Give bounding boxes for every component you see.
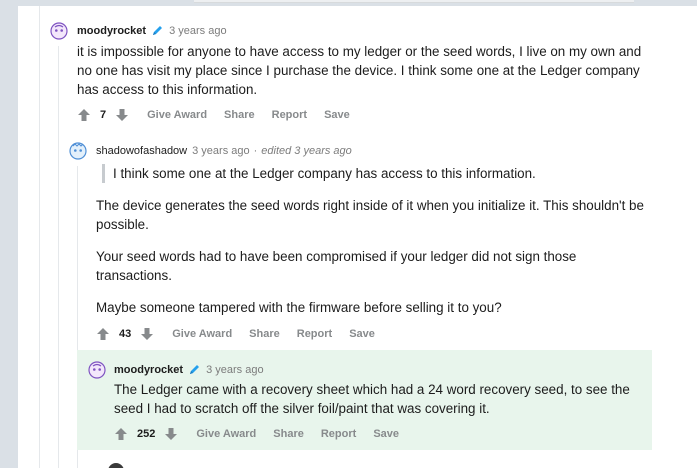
thread-line[interactable] bbox=[58, 46, 59, 468]
separator: · bbox=[253, 145, 258, 157]
author-link[interactable]: shadowofashadow bbox=[96, 145, 187, 157]
search-input[interactable] bbox=[194, 0, 634, 3]
comment-paragraph: Your seed words had to have been comprom… bbox=[96, 249, 577, 283]
downvote-icon[interactable] bbox=[140, 327, 154, 341]
upvote-icon[interactable] bbox=[96, 327, 110, 341]
timestamp[interactable]: 3 years ago bbox=[206, 364, 263, 376]
share-button[interactable]: Share bbox=[273, 428, 304, 440]
comment-paragraph: Maybe someone tampered with the firmware… bbox=[96, 300, 502, 315]
report-button[interactable]: Report bbox=[321, 428, 356, 440]
pencil-icon bbox=[151, 24, 164, 37]
comment-actions: 43 Give Award Share Report Save bbox=[96, 327, 375, 341]
share-button[interactable]: Share bbox=[224, 109, 255, 121]
upvote-icon[interactable] bbox=[114, 427, 128, 441]
give-award-button[interactable]: Give Award bbox=[147, 109, 207, 121]
thread-line[interactable] bbox=[39, 6, 40, 468]
comment-meta: shadowofashadow 3 years ago · edited 3 y… bbox=[96, 145, 352, 157]
report-button[interactable]: Report bbox=[272, 109, 307, 121]
report-button[interactable]: Report bbox=[297, 328, 332, 340]
give-award-button[interactable]: Give Award bbox=[196, 428, 256, 440]
author-link[interactable]: moodyrocket bbox=[77, 25, 146, 37]
share-button[interactable]: Share bbox=[249, 328, 280, 340]
comment-actions: 7 Give Award Share Report Save bbox=[77, 108, 350, 122]
comment-paragraph: The device generates the seed words righ… bbox=[96, 198, 644, 232]
score: 7 bbox=[100, 109, 107, 121]
save-button[interactable]: Save bbox=[324, 109, 350, 121]
comment-actions: 252 Give Award Share Report Save bbox=[114, 427, 399, 441]
save-button[interactable]: Save bbox=[349, 328, 375, 340]
give-award-button[interactable]: Give Award bbox=[172, 328, 232, 340]
comment-body: I think some one at the Ledger company h… bbox=[96, 164, 648, 317]
avatar-icon[interactable] bbox=[107, 462, 125, 468]
comment-paragraph: it is impossible for anyone to have acce… bbox=[77, 44, 642, 97]
timestamp[interactable]: 3 years ago bbox=[192, 145, 249, 157]
edited-label: edited 3 years ago bbox=[261, 145, 352, 157]
downvote-icon[interactable] bbox=[164, 427, 178, 441]
score: 43 bbox=[119, 328, 132, 340]
pencil-icon bbox=[188, 363, 201, 376]
avatar-icon[interactable] bbox=[88, 361, 106, 379]
author-link[interactable]: moodyrocket bbox=[114, 364, 183, 376]
downvote-icon[interactable] bbox=[115, 108, 129, 122]
comment-paragraph: The Ledger came with a recovery sheet wh… bbox=[114, 382, 630, 416]
upvote-icon[interactable] bbox=[77, 108, 91, 122]
quote-text: I think some one at the Ledger company h… bbox=[113, 166, 536, 181]
comment-meta: moodyrocket 3 years ago bbox=[77, 24, 227, 37]
timestamp[interactable]: 3 years ago bbox=[169, 25, 226, 37]
comment-meta: moodyrocket 3 years ago bbox=[114, 363, 264, 376]
score: 252 bbox=[137, 428, 156, 440]
avatar-icon[interactable] bbox=[69, 142, 87, 160]
comment-body: The Ledger came with a recovery sheet wh… bbox=[114, 380, 644, 418]
comment-body: it is impossible for anyone to have acce… bbox=[77, 42, 647, 99]
blockquote: I think some one at the Ledger company h… bbox=[102, 164, 648, 183]
save-button[interactable]: Save bbox=[373, 428, 399, 440]
avatar-icon[interactable] bbox=[50, 22, 68, 40]
